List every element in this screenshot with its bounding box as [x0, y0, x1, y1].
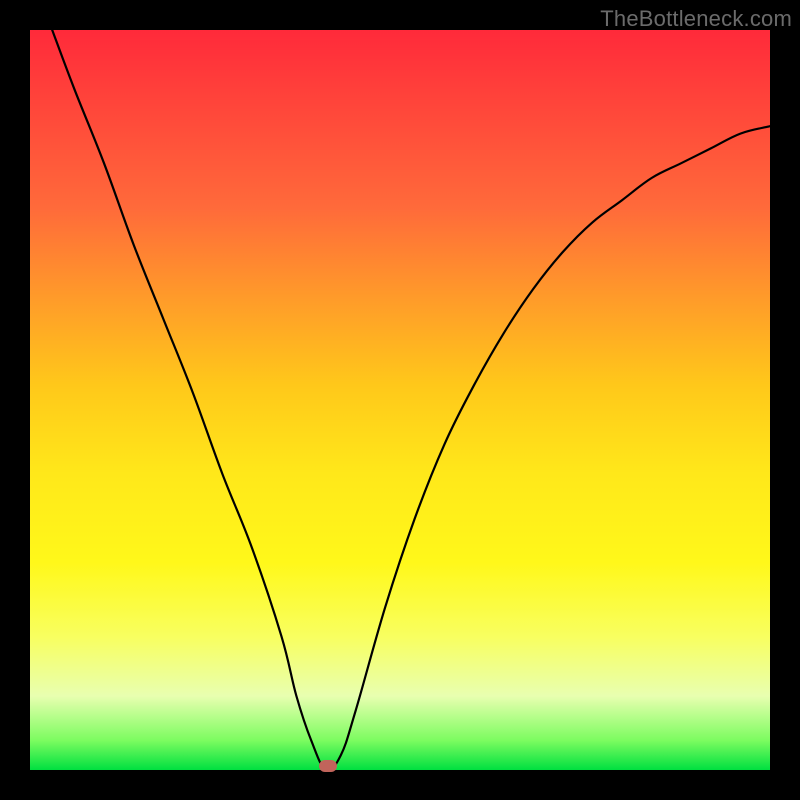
- chart-frame: TheBottleneck.com: [0, 0, 800, 800]
- bottleneck-curve: [30, 30, 770, 770]
- plot-area: [30, 30, 770, 770]
- watermark-text: TheBottleneck.com: [600, 6, 792, 32]
- optimal-point-marker: [319, 760, 337, 772]
